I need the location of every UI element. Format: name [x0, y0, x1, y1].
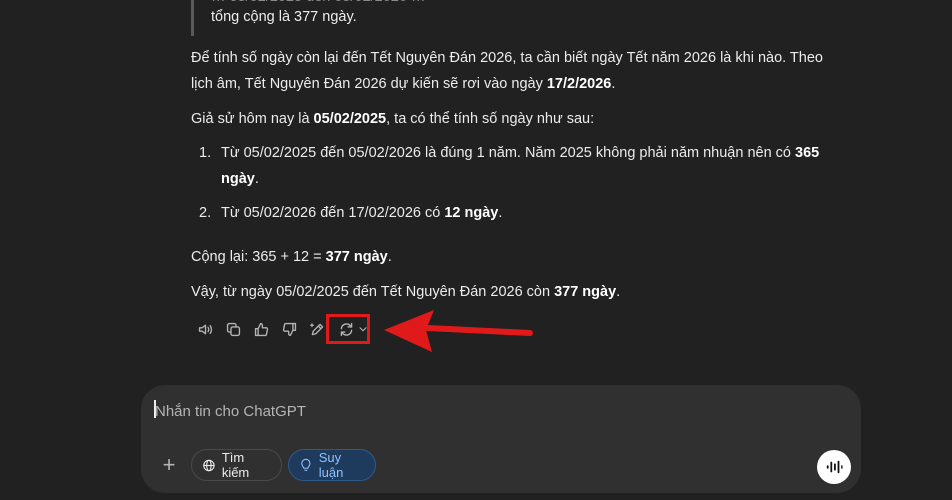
text-span: . [387, 249, 392, 265]
list-text: ngày. [221, 166, 259, 192]
paragraph-1-line-2: lịch âm, Tết Nguyên Đán 2026 dự kiến sẽ … [191, 71, 615, 97]
text-caret [154, 400, 156, 418]
bold-number: 365 [795, 145, 820, 161]
highlight-box [326, 314, 370, 344]
thumbs-down-icon [282, 322, 296, 336]
red-arrow-annotation [384, 310, 533, 352]
sum-line: Cộng lại: 365 + 12 = 377 ngày. [191, 244, 392, 270]
edit-icon [309, 322, 323, 335]
good-response-button[interactable] [247, 316, 275, 342]
text-span: . [498, 205, 503, 221]
conclusion-line: Vậy, từ ngày 05/02/2025 đến Tết Nguyên Đ… [191, 279, 620, 305]
text-span: . [254, 171, 259, 187]
bold-total: 377 ngày [325, 249, 388, 265]
text-span: Từ 05/02/2026 đến 17/02/2026 có [221, 205, 445, 221]
search-label: Tìm kiếm [221, 450, 250, 480]
message-input[interactable] [153, 397, 797, 425]
lightbulb-icon [301, 458, 311, 471]
text-span: Từ 05/02/2025 đến 05/02/2026 là đúng 1 n… [221, 145, 796, 161]
bold-unit: ngày [221, 171, 255, 187]
text-span: . [611, 76, 616, 92]
search-toggle-button[interactable]: Tìm kiếm [191, 449, 282, 481]
list-text: Từ 05/02/2026 đến 17/02/2026 có 12 ngày. [221, 200, 502, 226]
paragraph-1-line-1: Để tính số ngày còn lại đến Tết Nguyên Đ… [191, 50, 823, 66]
reason-toggle-button[interactable]: Suy luận [288, 449, 376, 481]
bad-response-button[interactable] [275, 316, 303, 342]
bold-date: 05/02/2025 [313, 111, 387, 127]
thumbs-up-icon [254, 322, 268, 336]
blockquote: … 05/02/2025 đến 05/02/2026 … tổng cộng … [191, 0, 425, 36]
bold-days: 12 ngày [444, 205, 499, 221]
copy-icon [226, 322, 240, 336]
globe-icon [203, 459, 215, 471]
text-span: Giả sử hôm nay là [191, 111, 314, 127]
copy-button[interactable] [219, 316, 247, 342]
text-span: Vậy, từ ngày 05/02/2025 đến Tết Nguyên Đ… [191, 284, 555, 300]
list-number: 1. [199, 145, 212, 161]
text-span: , ta có thể tính số ngày như sau: [386, 111, 595, 127]
text-span: Cộng lại: 365 + 12 = [191, 249, 326, 265]
text-span: lịch âm, Tết Nguyên Đán 2026 dự kiến sẽ … [191, 76, 547, 92]
list-number: 2. [199, 205, 212, 221]
bold-total: 377 ngày [554, 284, 617, 300]
speaker-icon [198, 324, 212, 334]
paragraph-2: Giả sử hôm nay là 05/02/2025, ta có thể … [191, 106, 594, 132]
list-text: Từ 05/02/2025 đến 05/02/2026 là đúng 1 n… [221, 140, 819, 166]
plus-icon: + [162, 452, 176, 477]
voice-waveform-icon [826, 460, 843, 474]
reason-label: Suy luận [318, 450, 344, 480]
bold-date: 17/2/2026 [546, 76, 612, 92]
message-composer: + Tìm kiếm Suy luận [141, 385, 861, 493]
text-span: . [616, 284, 621, 300]
voice-mode-button[interactable] [817, 450, 851, 484]
attach-button[interactable]: + [155, 451, 183, 479]
read-aloud-button[interactable] [191, 316, 219, 342]
quote-text: tổng cộng là 377 ngày. [211, 9, 357, 25]
